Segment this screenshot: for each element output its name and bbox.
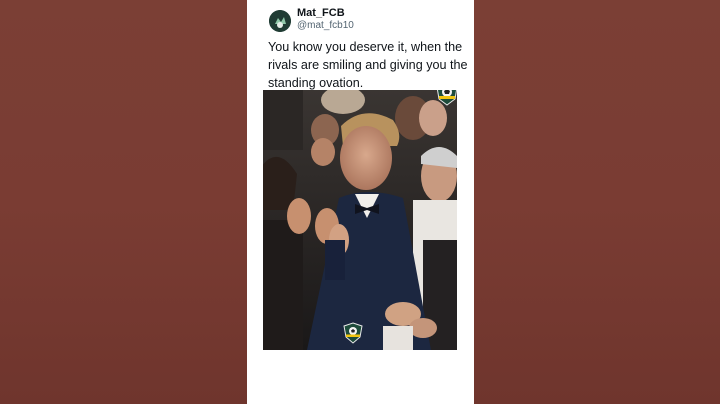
football-shield-logo-icon [436,90,457,106]
display-name[interactable]: Mat_FCB [297,7,345,19]
background-left [0,0,247,404]
avatar[interactable] [269,10,291,32]
background-right [474,0,720,404]
user-handle[interactable]: @mat_fcb10 [297,20,354,31]
football-shield-watermark-icon [343,322,363,344]
tweet-text: You know you deserve it, when the rivals… [268,40,468,90]
tweet-card: Mat_FCB @mat_fcb10 You know you deserve … [247,0,474,404]
photo-illustration [263,90,457,350]
avatar-icon [269,10,291,32]
tweet-photo[interactable] [263,90,457,350]
